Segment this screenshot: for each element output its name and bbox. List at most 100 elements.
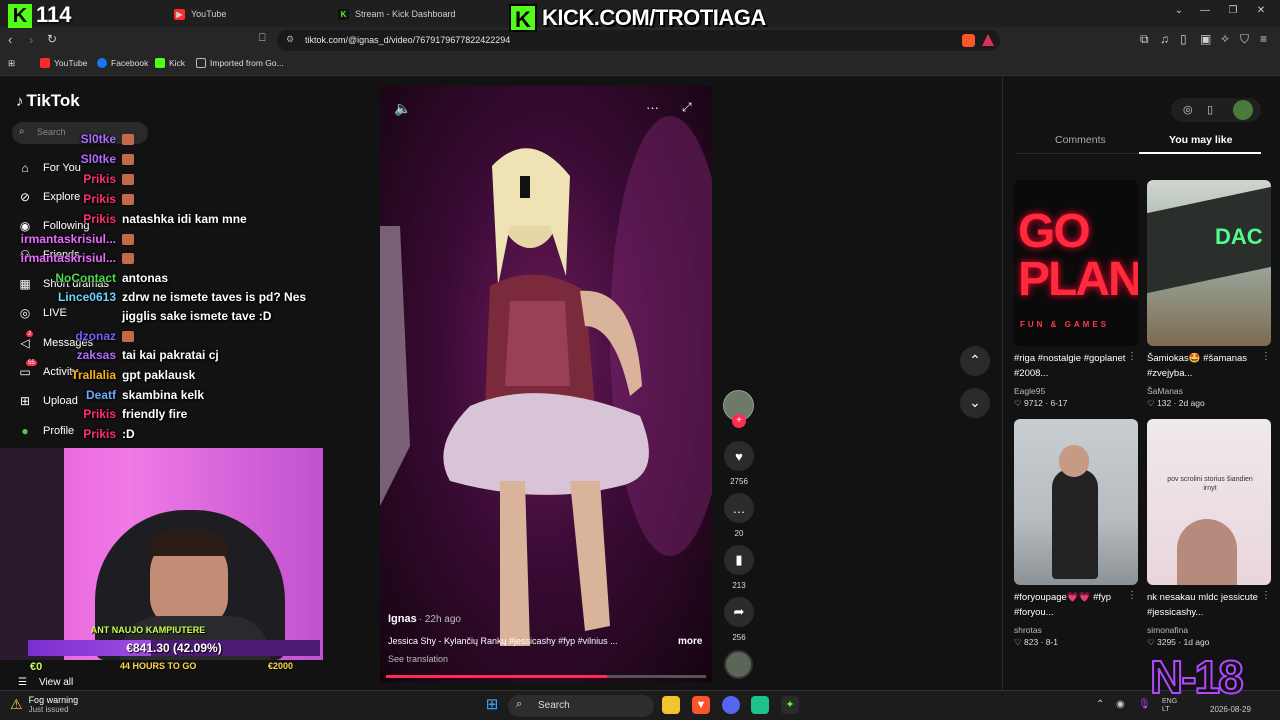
author-name[interactable]: Ignas — [388, 613, 417, 625]
device-icon[interactable]: ▯ — [1207, 103, 1213, 116]
caption-more-button[interactable]: more — [678, 636, 702, 647]
comment-icon[interactable]: … — [724, 493, 754, 523]
extensions-icon[interactable]: ⧉ — [1140, 32, 1149, 47]
recommended-author[interactable]: Eagle95 — [1014, 386, 1045, 396]
minimize-icon[interactable]: — — [1196, 5, 1214, 16]
leo-icon[interactable]: ✧ — [1220, 32, 1230, 46]
chat-username[interactable]: zaksas — [0, 348, 116, 362]
app-icon[interactable] — [751, 696, 769, 714]
recommended-title[interactable]: #foryoupage💗💗 #fyp #foryou... — [1014, 590, 1130, 620]
bookmark-kick[interactable]: Kick — [155, 58, 185, 68]
chat-username[interactable]: Prikis — [0, 407, 116, 421]
fullscreen-icon[interactable]: ⤢ — [682, 100, 692, 115]
clock-date[interactable]: 2026-08-29 — [1210, 705, 1251, 714]
recommended-thumb[interactable]: DAC — [1147, 180, 1271, 346]
video-progress-bar[interactable] — [386, 675, 706, 678]
bookmark-folder-imported[interactable]: Imported from Go... — [196, 58, 284, 68]
microphone-icon[interactable]: 🎙 — [1138, 699, 1151, 710]
recommended-author[interactable]: ŠaManas — [1147, 386, 1183, 396]
wallet-icon[interactable]: ▣ — [1200, 32, 1211, 46]
brave-rewards-icon[interactable] — [982, 34, 994, 46]
view-all-link[interactable]: ☰ View all — [18, 677, 73, 688]
bookmark-facebook[interactable]: Facebook — [97, 58, 148, 68]
next-video-button[interactable]: ⌄ — [960, 388, 990, 418]
reload-icon[interactable]: ↻ — [47, 32, 57, 46]
tab-list-icon[interactable]: ⌄ — [1170, 5, 1188, 16]
more-options-icon[interactable]: ··· — [646, 100, 659, 115]
music-disc-icon[interactable] — [724, 650, 753, 679]
tab-comments[interactable]: Comments — [1055, 134, 1106, 146]
streaming-app-icon[interactable]: ✦ — [781, 696, 799, 714]
recommended-author[interactable]: simonafina — [1147, 625, 1188, 635]
address-bar[interactable]: ⚙ tiktok.com/@ignas_d/video/767917967782… — [277, 30, 1000, 51]
comment-action[interactable]: … 20 — [723, 493, 755, 538]
chat-username[interactable]: NoContact — [0, 271, 116, 285]
recommended-thumb[interactable]: GO PLANET FUN & GAMES — [1014, 180, 1138, 346]
chat-emote-icon — [122, 331, 134, 343]
item-more-icon[interactable]: ⋮ — [1127, 351, 1137, 362]
item-more-icon[interactable]: ⋮ — [1127, 590, 1137, 601]
close-icon[interactable]: ✕ — [1252, 5, 1270, 16]
like-action[interactable]: ♥ 2756 — [723, 441, 755, 486]
apps-icon[interactable]: ⊞ — [8, 58, 15, 69]
video-player[interactable]: 🔈 ··· ⤢ Ignas · 22h ago Jessica Shy - Kyl… — [380, 86, 712, 682]
tray-expand-icon[interactable]: ⌃ — [1096, 699, 1104, 710]
tray-app-icon[interactable]: ◉ — [1116, 699, 1125, 710]
recommended-title[interactable]: nk nesakau mldc jessicute #jessicashy... — [1147, 590, 1263, 620]
share-action[interactable]: ➦ 256 — [723, 597, 755, 642]
taskbar-search[interactable]: ⌕ Search — [508, 695, 654, 717]
chat-username[interactable]: Prikis — [0, 192, 116, 206]
file-explorer-icon[interactable] — [662, 696, 680, 714]
user-avatar[interactable] — [1233, 100, 1253, 120]
item-more-icon[interactable]: ⋮ — [1261, 351, 1271, 362]
target-icon[interactable]: ◎ — [1183, 103, 1193, 116]
heart-icon[interactable]: ♥ — [724, 441, 754, 471]
previous-video-button[interactable]: ⌃ — [960, 346, 990, 376]
tab-you-may-like[interactable]: You may like — [1169, 134, 1232, 146]
video-author[interactable]: Ignas · 22h ago — [388, 613, 461, 625]
chat-username[interactable]: Prikis — [0, 172, 116, 186]
maximize-icon[interactable]: ❐ — [1224, 5, 1242, 16]
save-action[interactable]: ▮ 213 — [723, 545, 755, 590]
chat-username[interactable]: Trallalia — [0, 368, 116, 382]
chat-username[interactable]: Prikis — [0, 212, 116, 226]
recommended-thumb[interactable]: pov scrolini storius šiandien irnyt — [1147, 419, 1271, 585]
chat-username[interactable]: Sl0tke — [0, 132, 116, 146]
share-icon[interactable]: ➦ — [724, 597, 754, 627]
chat-username[interactable]: irmantaskrisiul... — [0, 251, 116, 265]
chat-username[interactable]: Prikis — [0, 427, 116, 441]
chat-username[interactable]: Lince0613 — [0, 290, 116, 304]
brave-browser-icon[interactable]: ▼ — [692, 696, 710, 714]
brave-shields-icon[interactable] — [962, 34, 975, 47]
recommended-author[interactable]: shrotas — [1014, 625, 1042, 635]
tab-youtube[interactable]: ▶ YouTube — [174, 4, 226, 24]
like-count: 2756 — [730, 477, 748, 486]
recommended-thumb[interactable] — [1014, 419, 1138, 585]
recommended-title[interactable]: Šamiokas🤩 #šamanas #zvejyba... — [1147, 351, 1263, 381]
see-translation-link[interactable]: See translation — [388, 654, 448, 664]
chat-username[interactable]: irmantaskrisiul... — [0, 232, 116, 246]
menu-icon[interactable]: ≡ — [1260, 32, 1267, 46]
bookmark-icon[interactable]: ▮ — [724, 545, 754, 575]
bookmark-icon[interactable]: ⎕ — [259, 32, 266, 45]
media-icon[interactable]: ♫ — [1160, 32, 1169, 46]
tab-kick-dashboard[interactable]: K Stream - Kick Dashboard — [338, 4, 456, 24]
chat-username[interactable]: Sl0tke — [0, 152, 116, 166]
site-settings-icon[interactable]: ⚙ — [286, 34, 294, 45]
bookmark-youtube[interactable]: YouTube — [40, 58, 87, 68]
chat-username[interactable]: Deatf — [0, 388, 116, 402]
volume-icon[interactable]: 🔈 — [394, 100, 411, 117]
recommended-title[interactable]: #riga #nostalgie #goplanet #2008... — [1014, 351, 1130, 381]
item-more-icon[interactable]: ⋮ — [1261, 590, 1271, 601]
chat-username[interactable]: dzonaz — [0, 329, 116, 343]
vpn-icon[interactable]: ⛉ — [1240, 32, 1249, 47]
discord-icon[interactable] — [722, 696, 740, 714]
sidebar-icon[interactable]: ▯ — [1180, 32, 1187, 46]
follow-plus-icon[interactable]: + — [732, 414, 746, 428]
windows-start-icon[interactable]: ⊞ — [483, 696, 501, 714]
back-icon[interactable]: ‹ — [8, 32, 12, 47]
tiktok-logo[interactable]: ♪ TikTok — [16, 91, 80, 111]
url-text[interactable]: tiktok.com/@ignas_d/video/76791796778224… — [305, 35, 510, 45]
forward-icon[interactable]: › — [29, 32, 33, 47]
weather-notification[interactable]: ⚠ Fog warning Just issued — [10, 695, 78, 714]
